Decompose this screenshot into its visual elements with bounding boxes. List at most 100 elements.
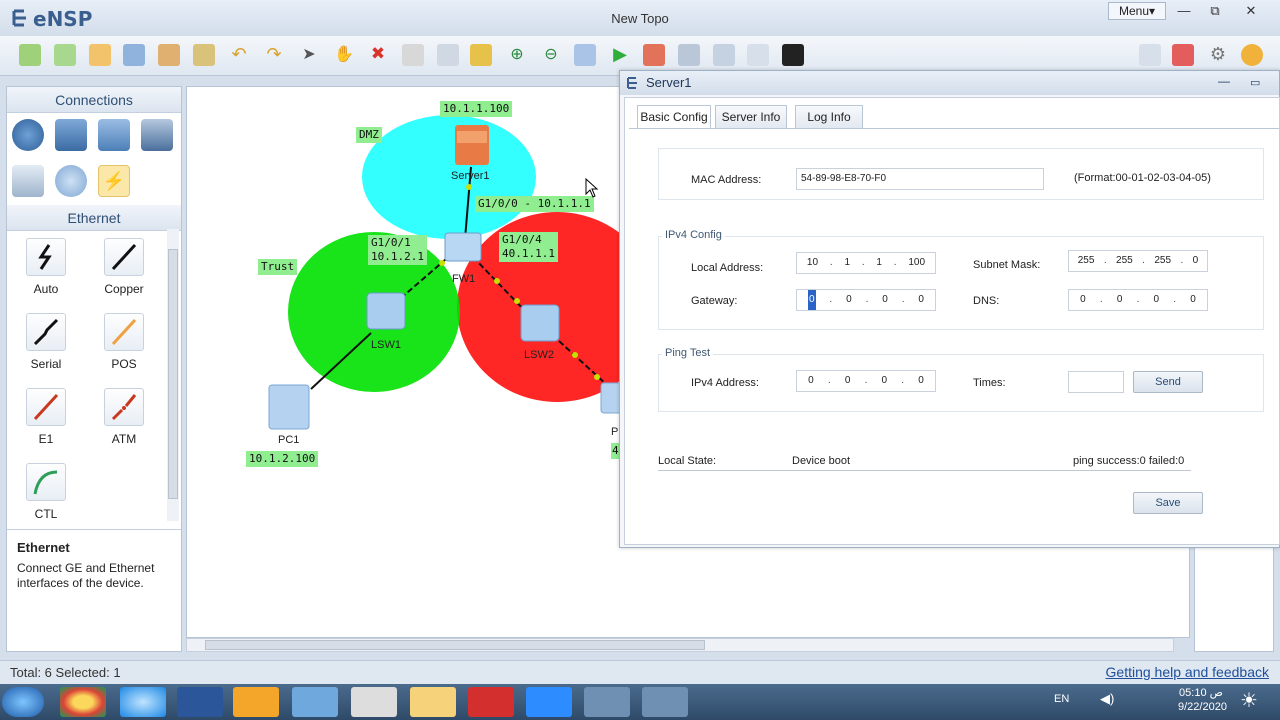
text-icon[interactable]: [437, 44, 459, 66]
save-as-icon[interactable]: [158, 44, 180, 66]
select-icon[interactable]: ➤: [298, 44, 320, 66]
clock[interactable]: 05:10 ص 9/22/2020: [1178, 686, 1227, 714]
subnet-mask-field[interactable]: 255. 255. 255. 0: [1068, 250, 1208, 272]
tab-basic-config[interactable]: Basic Config: [637, 105, 711, 129]
restore-button[interactable]: ⧉: [1202, 2, 1228, 20]
zoom-out-icon[interactable]: ⊖: [540, 44, 562, 66]
brightness-icon[interactable]: ☀: [1240, 688, 1258, 713]
undo-icon[interactable]: ↶: [228, 44, 250, 66]
zoom-in-icon[interactable]: ⊕: [506, 44, 528, 66]
wireless-icon[interactable]: [98, 119, 130, 151]
gateway-field[interactable]: 0.0.0.0: [796, 289, 936, 311]
stop-icon[interactable]: [643, 44, 665, 66]
help-feedback-link[interactable]: Getting help and feedback: [1106, 664, 1269, 680]
cable-copper[interactable]: Copper: [85, 235, 163, 309]
description-title: Ethernet: [17, 540, 70, 555]
delete-icon[interactable]: ✖: [367, 44, 389, 66]
fit-icon[interactable]: [574, 44, 596, 66]
cable-atm[interactable]: ATM: [85, 385, 163, 459]
new-topo-icon[interactable]: [19, 44, 41, 66]
local-address-field[interactable]: 10. 1. 1. 100: [796, 252, 936, 274]
pan-icon[interactable]: ✋: [333, 44, 355, 66]
cable-auto[interactable]: Auto: [7, 235, 85, 309]
volume-icon[interactable]: ◀): [1100, 691, 1114, 707]
send-button[interactable]: Send: [1133, 371, 1203, 393]
huawei-icon[interactable]: [1172, 44, 1194, 66]
delete-link-icon[interactable]: [402, 44, 424, 66]
cable-list-scrollbar[interactable]: [167, 229, 179, 521]
cable-ctl[interactable]: CTL: [7, 460, 85, 534]
dmz-zone-tag: DMZ: [356, 127, 382, 143]
language-indicator[interactable]: EN: [1054, 693, 1069, 705]
open-icon[interactable]: [89, 44, 111, 66]
times-field[interactable]: [1068, 371, 1124, 393]
ip-octet: 0: [1192, 255, 1199, 266]
mac-address-field[interactable]: 54-89-98-E8-70-F0: [796, 168, 1044, 190]
dns-field[interactable]: 0.0.0.0: [1068, 289, 1208, 311]
port-dot: [466, 184, 472, 190]
cloud-icon[interactable]: [55, 165, 87, 197]
fw-g100-tag: G1/0/0 - 10.1.1.1: [475, 196, 594, 212]
ip-octet: 0: [918, 294, 924, 305]
close-button[interactable]: ✕: [1238, 2, 1264, 20]
selection-count: Total: 6 Selected: 1: [10, 665, 121, 680]
palette-icon[interactable]: [470, 44, 492, 66]
pc-icon[interactable]: [12, 165, 44, 197]
chrome-icon[interactable]: [60, 687, 106, 717]
ensp-task-icon-2[interactable]: [642, 687, 688, 717]
ip-octet: 0: [881, 375, 888, 386]
cable-category-icon[interactable]: ⚡: [98, 165, 130, 197]
menu-button[interactable]: Menu▾: [1108, 2, 1166, 20]
ie-icon[interactable]: [120, 687, 166, 717]
firewall-icon[interactable]: [141, 119, 173, 151]
firewall-icon: [444, 232, 482, 262]
lsw2-name-label: LSW2: [524, 349, 554, 361]
minimize-button[interactable]: —: [1171, 2, 1197, 20]
start-icon[interactable]: ▶: [609, 44, 631, 66]
save-icon[interactable]: [123, 44, 145, 66]
router-icon[interactable]: [12, 119, 44, 151]
cable-serial[interactable]: Serial: [7, 310, 85, 384]
cable-list: Auto Copper Serial POS E1 ATM CTL: [7, 231, 181, 527]
zoom-icon[interactable]: [526, 687, 572, 717]
pc2-name-label: P: [611, 426, 619, 438]
times-label: Times:: [973, 377, 1006, 389]
print-icon[interactable]: [193, 44, 215, 66]
topology-icon[interactable]: [713, 44, 735, 66]
ip-octet: 0: [918, 375, 924, 386]
help-icon[interactable]: [1241, 44, 1263, 66]
switch-icon[interactable]: [55, 119, 87, 151]
chat-icon[interactable]: [1139, 44, 1161, 66]
app-icon[interactable]: [292, 687, 338, 717]
trust-zone-tag: Trust: [258, 259, 298, 275]
dlg-minimize-button[interactable]: —: [1218, 69, 1230, 93]
mac-label: MAC Address:: [691, 174, 762, 186]
fw-g104-tag: G1/0/4 40.1.1.1: [499, 232, 558, 262]
fw-g101-name: G1/0/1: [371, 236, 411, 249]
capture-icon[interactable]: [678, 44, 700, 66]
save-button[interactable]: Save: [1133, 492, 1203, 514]
ping-ipv4-field[interactable]: 0.0.0.0: [796, 370, 936, 392]
word-icon[interactable]: [177, 687, 223, 717]
ip-octet: 255: [1116, 255, 1133, 266]
cable-pos[interactable]: POS: [85, 310, 163, 384]
start-button-icon[interactable]: [2, 687, 44, 717]
cable-e1[interactable]: E1: [7, 385, 85, 459]
ensp-task-icon[interactable]: [584, 687, 630, 717]
tab-log-info[interactable]: Log Info: [795, 105, 863, 129]
new-example-icon[interactable]: [54, 44, 76, 66]
tab-server-info[interactable]: Server Info: [715, 105, 787, 129]
dlg-maximize-button[interactable]: ▭: [1250, 71, 1260, 95]
explorer-icon[interactable]: [410, 687, 456, 717]
canvas-hscrollbar[interactable]: [186, 638, 1174, 652]
cable-label: POS: [111, 357, 137, 371]
fw-g101-ip: 10.1.2.1: [371, 250, 424, 263]
window-title: New Topo: [611, 11, 669, 26]
settings-icon[interactable]: ⚙: [1207, 44, 1229, 66]
acrobat-icon[interactable]: [468, 687, 514, 717]
media-classic-icon[interactable]: [351, 687, 397, 717]
player-icon[interactable]: [233, 687, 279, 717]
grid-icon[interactable]: [747, 44, 769, 66]
terminal-icon[interactable]: [782, 44, 804, 66]
redo-icon[interactable]: ↷: [263, 44, 285, 66]
